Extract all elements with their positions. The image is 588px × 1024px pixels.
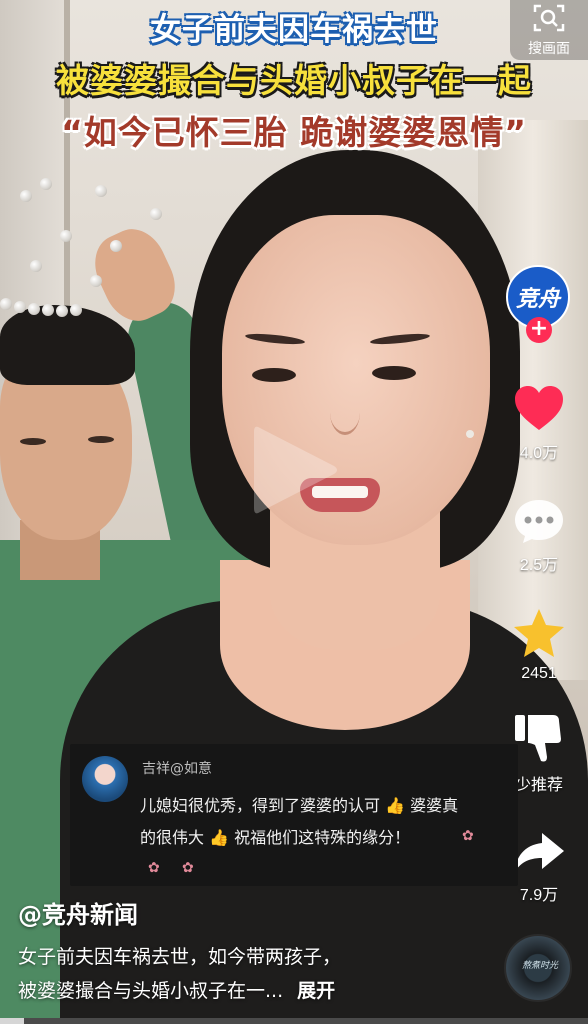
video-caption[interactable]: 女子前夫因车祸去世，如今带两孩子， 被婆婆撮合与头婚小叔子在一... 展开 — [18, 940, 498, 1008]
featured-comment-card[interactable]: 吉祥@如意 儿媳妇很优秀，得到了婆婆的认可 👍 婆婆真 的很伟大 👍 祝福他们这… — [70, 744, 518, 886]
headline-line-3: “如今已怀三胎 跪谢婆婆恩情” — [61, 113, 527, 152]
comment-text-2a: 的很伟大 — [140, 828, 205, 847]
thumbs-down-icon — [515, 715, 561, 762]
author-handle[interactable]: @竞舟新闻 — [18, 895, 138, 930]
comment-text-1b: 婆婆真 — [410, 796, 459, 815]
comment-count: 2.5万 — [519, 557, 559, 574]
rose-emoji-icon: ✿ — [182, 860, 194, 876]
video-progress-bar[interactable] — [0, 1018, 588, 1024]
woman-eye-right — [372, 366, 416, 380]
headline-line-1: 女子前夫因车祸去世 — [150, 12, 438, 48]
like-button[interactable]: 4.0万 — [506, 385, 572, 463]
author-avatar[interactable]: 竞舟 + — [506, 265, 570, 343]
commenter-name[interactable]: 吉祥@如意 — [142, 758, 212, 778]
heart-icon — [515, 386, 563, 430]
headline-line-2: 被婆婆撮合与头婚小叔子在一起 — [56, 61, 532, 100]
play-icon[interactable] — [250, 420, 340, 520]
search-image-button[interactable]: 搜画面 — [510, 0, 588, 60]
expand-caption-button[interactable]: 展开 — [297, 980, 335, 1002]
comment-text: 儿媳妇很优秀，得到了婆婆的认可 👍 婆婆真 的很伟大 👍 祝福他们这特殊的缘分！ — [140, 790, 510, 854]
like-count: 4.0万 — [519, 445, 559, 462]
share-arrow-icon — [514, 833, 564, 873]
comment-text-2b: 祝福他们这特殊的缘分！ — [234, 828, 411, 847]
thumbs-up-emoji-icon: 👍 — [385, 796, 406, 815]
man-eye-left — [20, 438, 46, 445]
comment-text-1: 儿媳妇很优秀，得到了婆婆的认可 — [140, 796, 381, 815]
comment-bubble-icon — [515, 500, 563, 543]
favorite-button[interactable]: 2451 — [506, 607, 572, 683]
woman-earring — [466, 430, 474, 438]
music-disc[interactable]: 熬煮时光 — [504, 934, 572, 1002]
comment-button[interactable]: 2.5万 — [506, 497, 572, 575]
search-image-label: 搜画面 — [528, 41, 570, 57]
star-icon — [514, 609, 564, 657]
pearl-crown — [0, 170, 180, 320]
thumbs-up-emoji-icon: 👍 — [209, 828, 230, 847]
follow-button[interactable]: + — [526, 317, 552, 343]
music-disc-text: 熬煮时光 — [521, 961, 558, 971]
favorite-count: 2451 — [521, 665, 557, 682]
scan-search-icon — [533, 4, 565, 32]
man-eye-right — [88, 436, 114, 443]
commenter-avatar[interactable] — [82, 756, 128, 802]
caption-line-2: 被婆婆撮合与头婚小叔子在一... — [18, 980, 284, 1002]
video-progress-fill — [0, 1018, 24, 1024]
woman-eye-left — [252, 368, 296, 382]
rose-emoji-icon: ✿ — [148, 860, 160, 876]
rose-emoji-icon: ✿ — [462, 828, 474, 844]
caption-line-1: 女子前夫因车祸去世，如今带两孩子， — [18, 946, 342, 968]
